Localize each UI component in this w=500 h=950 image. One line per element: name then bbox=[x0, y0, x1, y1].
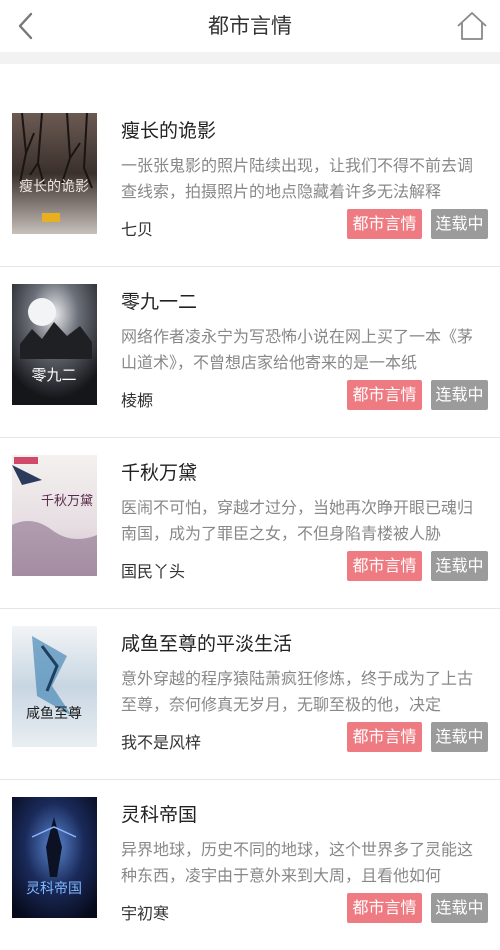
book-item[interactable]: 咸鱼至尊 咸鱼至尊的平淡生活 意外穿越的程序猿陆萧疯狂修炼，终于成为了上古至尊，… bbox=[0, 609, 500, 780]
book-title[interactable]: 咸鱼至尊的平淡生活 bbox=[121, 629, 292, 656]
book-cover[interactable]: 咸鱼至尊 bbox=[12, 626, 97, 747]
book-cover[interactable]: 零九二 bbox=[12, 284, 97, 405]
book-description: 异界地球，历史不同的地球，这个世界多了灵能这种东西，凌宇由于意外来到大周，且看他… bbox=[121, 840, 474, 885]
book-description: 一张张鬼影的照片陆续出现，让我们不得不前去调查线索，拍摄照片的地点隐藏着许多无法… bbox=[121, 156, 474, 201]
cover-title-text: 千秋万黛 bbox=[41, 494, 93, 509]
cover-title-text: 瘦长的诡影 bbox=[19, 178, 89, 195]
book-cover[interactable]: 灵科帝国 bbox=[12, 797, 97, 918]
home-icon bbox=[457, 12, 487, 40]
category-tag[interactable]: 都市言情 bbox=[347, 551, 422, 581]
book-item[interactable]: 零九二 零九一二 网络作者凌永宁为写恐怖小说在网上买了一本《茅山道术》，不曾想店… bbox=[0, 267, 500, 438]
book-title[interactable]: 零九一二 bbox=[121, 287, 197, 314]
book-item[interactable]: 瘦长的诡影 瘦长的诡影 一张张鬼影的照片陆续出现，让我们不得不前去调查线索，拍摄… bbox=[0, 96, 500, 267]
cover-title-text: 零九二 bbox=[31, 366, 76, 384]
book-cover[interactable]: 瘦长的诡影 bbox=[12, 113, 97, 234]
book-title[interactable]: 灵科帝国 bbox=[121, 800, 197, 827]
status-tag: 连载中 bbox=[431, 380, 488, 410]
section-divider bbox=[0, 52, 500, 64]
top-bar: 都市言情 bbox=[0, 0, 500, 52]
status-tag: 连载中 bbox=[431, 209, 488, 239]
book-author: 国民丫头 bbox=[121, 562, 186, 581]
book-author: 七贝 bbox=[121, 220, 154, 239]
book-title[interactable]: 千秋万黛 bbox=[121, 458, 197, 485]
status-tag: 连载中 bbox=[431, 722, 488, 752]
category-tag[interactable]: 都市言情 bbox=[347, 380, 422, 410]
category-tag[interactable]: 都市言情 bbox=[347, 209, 422, 239]
book-author: 宇初寒 bbox=[121, 904, 170, 923]
book-author: 我不是风梓 bbox=[121, 733, 202, 752]
book-description: 医闹不可怕，穿越才过分，当她再次睁开眼已魂归南国，成为了罪臣之女，不但身陷青楼被… bbox=[121, 498, 474, 543]
page-title: 都市言情 bbox=[208, 14, 292, 38]
book-list: 瘦长的诡影 瘦长的诡影 一张张鬼影的照片陆续出现，让我们不得不前去调查线索，拍摄… bbox=[0, 96, 500, 950]
book-cover[interactable]: 千秋万黛 bbox=[12, 455, 97, 576]
book-item[interactable]: 千秋万黛 千秋万黛 医闹不可怕，穿越才过分，当她再次睁开眼已魂归南国，成为了罪臣… bbox=[0, 438, 500, 609]
book-author: 棱榞 bbox=[121, 391, 154, 410]
book-description: 网络作者凌永宁为写恐怖小说在网上买了一本《茅山道术》，不曾想店家给他寄来的是一本… bbox=[121, 327, 474, 372]
book-description: 意外穿越的程序猿陆萧疯狂修炼，终于成为了上古至尊，奈何修真无岁月，无聊至极的他，… bbox=[121, 669, 474, 714]
book-title[interactable]: 瘦长的诡影 bbox=[121, 116, 216, 143]
category-tag[interactable]: 都市言情 bbox=[347, 722, 422, 752]
status-tag: 连载中 bbox=[431, 551, 488, 581]
home-button[interactable] bbox=[452, 6, 492, 46]
cover-title-text: 灵科帝国 bbox=[26, 881, 82, 897]
cover-title-text: 咸鱼至尊 bbox=[26, 705, 82, 722]
book-item[interactable]: 灵科帝国 灵科帝国 异界地球，历史不同的地球，这个世界多了灵能这种东西，凌宇由于… bbox=[0, 780, 500, 950]
